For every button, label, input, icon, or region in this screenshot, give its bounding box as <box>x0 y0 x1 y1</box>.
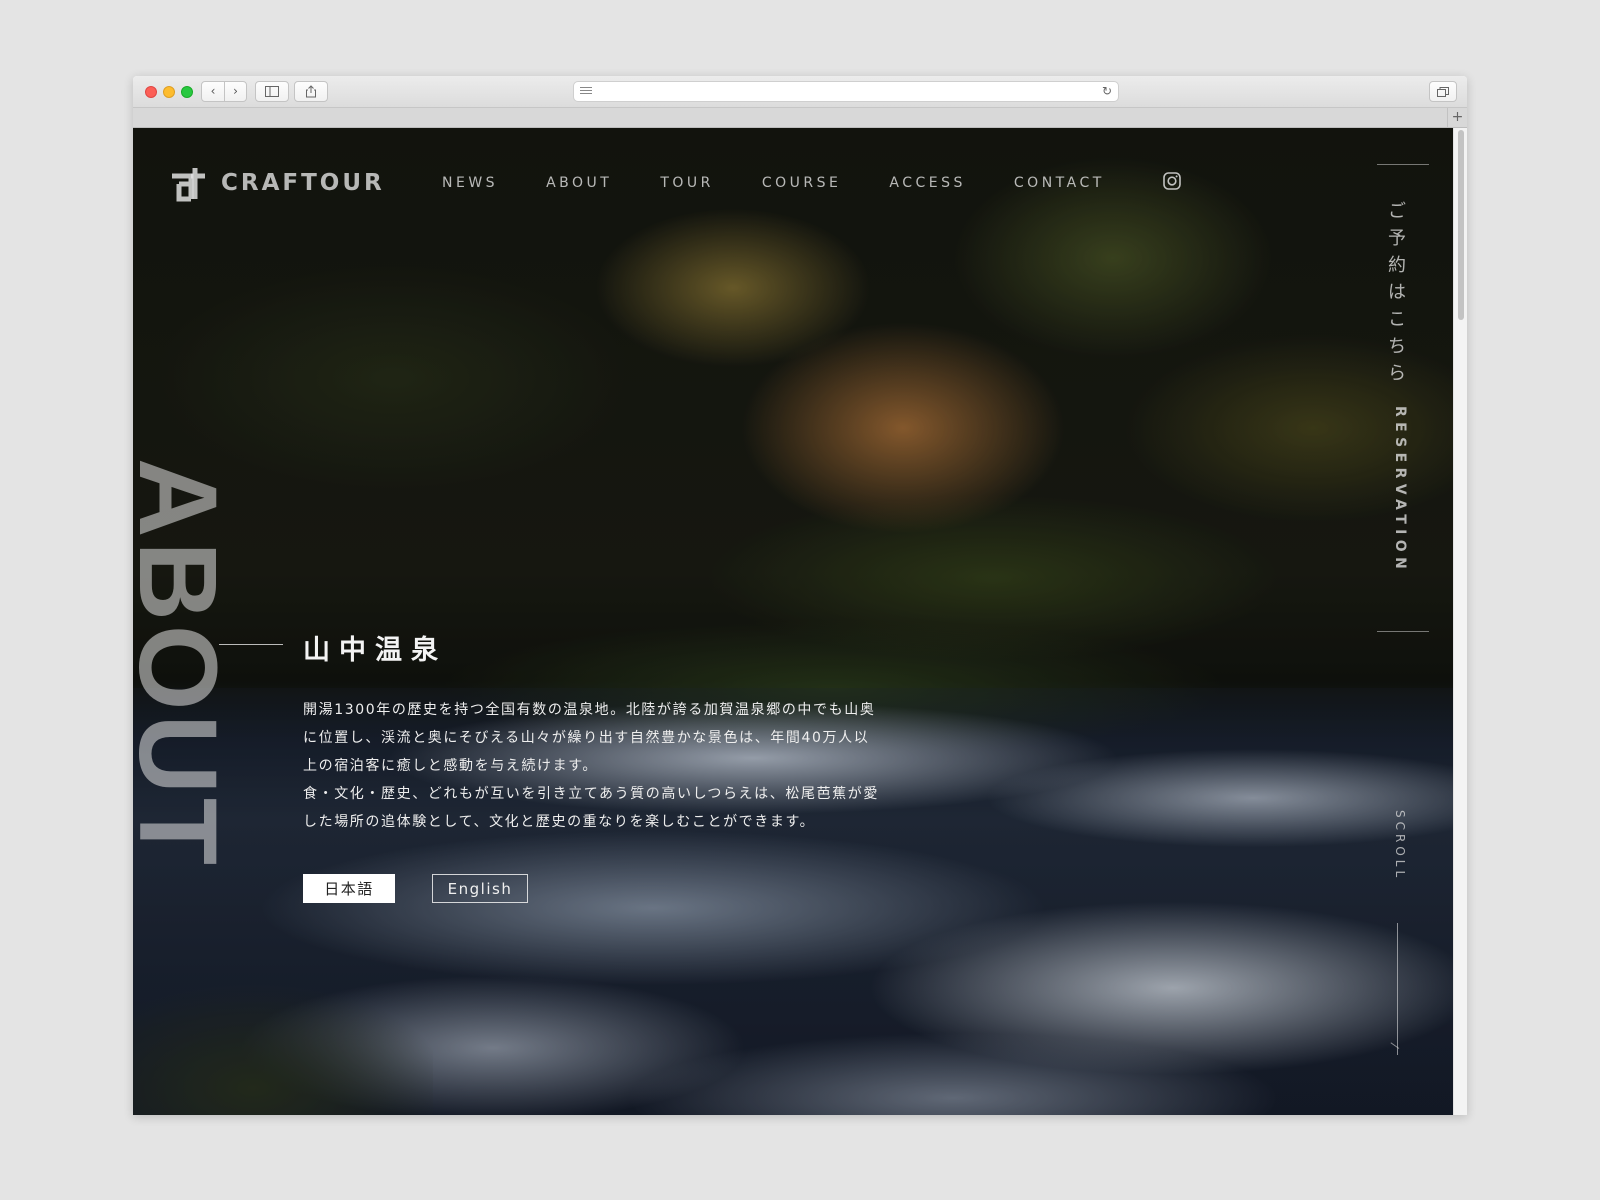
nav-news[interactable]: NEWS <box>442 175 498 191</box>
page-scrollbar[interactable] <box>1453 128 1467 1115</box>
site-logo[interactable]: CRAFTOUR <box>169 164 385 202</box>
section-description: 開湯1300年の歴史を持つ全国有数の温泉地。北陸が誇る加賀温泉郷の中でも山奥に位… <box>303 696 883 836</box>
show-tabs-button[interactable] <box>1429 81 1457 102</box>
page-hero: ABOUT CRAFTOUR NEWS ABOUT TOUR COURSE AC… <box>133 128 1453 1115</box>
language-switcher: 日本語 English <box>303 874 528 903</box>
reservation-jp-char: は <box>1388 282 1406 303</box>
section-title: 山中温泉 <box>303 635 447 666</box>
close-window-button[interactable] <box>145 86 157 98</box>
history-nav-group: ‹ › <box>201 81 247 102</box>
about-background-word: ABOUT <box>133 458 239 870</box>
reservation-jp-char: 約 <box>1388 255 1406 276</box>
nav-contact[interactable]: CONTACT <box>1014 175 1105 191</box>
minimize-window-button[interactable] <box>163 86 175 98</box>
nav-access[interactable]: ACCESS <box>889 175 966 191</box>
zoom-window-button[interactable] <box>181 86 193 98</box>
logo-text: CRAFTOUR <box>221 170 385 196</box>
browser-window: ‹ › ↻ + ABOUT CRAFTOUR NEWS ABOUT TOUR C… <box>133 76 1467 1115</box>
reservation-jp-char: ら <box>1388 363 1406 384</box>
lang-japanese-button[interactable]: 日本語 <box>303 874 395 903</box>
photo-overlay <box>133 128 1453 1115</box>
scroll-indicator-line <box>1397 923 1398 1055</box>
nav-tour[interactable]: TOUR <box>660 175 714 191</box>
tab-strip: + <box>133 108 1467 128</box>
reservation-en-label[interactable]: RESERVATION <box>1386 406 1408 606</box>
description-paragraph: 開湯1300年の歴史を持つ全国有数の温泉地。北陸が誇る加賀温泉郷の中でも山奥に位… <box>303 702 876 774</box>
reload-icon[interactable]: ↻ <box>1102 84 1112 98</box>
sidebar-toggle-button[interactable] <box>255 81 289 102</box>
sidebar-icon <box>265 86 279 97</box>
reservation-jp-char: 予 <box>1388 228 1406 249</box>
reservation-jp-char: ち <box>1388 336 1406 357</box>
browser-toolbar: ‹ › ↻ <box>133 76 1467 108</box>
tabs-icon <box>1437 86 1449 97</box>
reservation-jp-char: ご <box>1388 201 1406 222</box>
main-nav: NEWS ABOUT TOUR COURSE ACCESS CONTACT <box>442 175 1153 191</box>
reservation-top-rule <box>1377 164 1429 165</box>
address-bar[interactable]: ↻ <box>573 81 1119 102</box>
reservation-jp-char: こ <box>1388 309 1406 330</box>
nav-about[interactable]: ABOUT <box>546 175 612 191</box>
new-tab-icon[interactable]: + <box>1447 108 1467 127</box>
nav-course[interactable]: COURSE <box>762 175 842 191</box>
forward-icon[interactable]: › <box>223 82 246 101</box>
share-button[interactable] <box>294 81 328 102</box>
reservation-jp-label[interactable]: ご 予 約 は こ ち ら <box>1385 198 1409 387</box>
title-rule <box>219 644 283 645</box>
instagram-icon[interactable] <box>1163 172 1181 190</box>
scroll-label[interactable]: SCROLL <box>1389 810 1407 910</box>
back-icon[interactable]: ‹ <box>202 82 224 101</box>
reader-icon[interactable] <box>580 87 592 96</box>
reservation-bottom-rule <box>1377 631 1429 632</box>
description-paragraph: 食・文化・歴史、どれもが互いを引き立てあう質の高いしつらえは、松尾芭蕉が愛した場… <box>303 786 879 830</box>
share-icon <box>306 85 316 98</box>
lang-english-button[interactable]: English <box>432 874 528 903</box>
logo-mark-icon <box>172 168 205 202</box>
scrollbar-thumb[interactable] <box>1458 130 1464 320</box>
